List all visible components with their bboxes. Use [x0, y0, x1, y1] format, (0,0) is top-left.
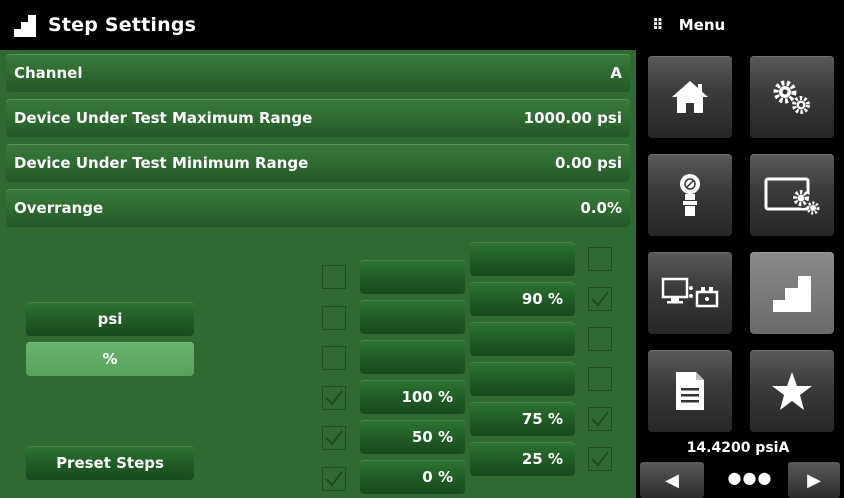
row-value: 0.0% — [580, 199, 622, 217]
unit-percent-button[interactable]: % — [26, 342, 194, 376]
home-tile[interactable] — [648, 56, 732, 138]
overrange-row[interactable]: Overrange 0.0% — [6, 189, 630, 227]
step-button[interactable] — [360, 260, 465, 294]
row-label: Overrange — [14, 199, 104, 217]
unit-psi-button[interactable]: psi — [26, 302, 194, 336]
row-value: A — [610, 64, 622, 82]
step-checkbox[interactable] — [588, 367, 612, 391]
remote-communication-icon — [661, 277, 719, 308]
channel-row[interactable]: Channel A — [6, 54, 630, 92]
step-button[interactable]: 90 % — [470, 282, 575, 316]
row-label: Channel — [14, 64, 83, 82]
step-checkbox[interactable] — [322, 467, 346, 491]
step-checkbox[interactable] — [588, 247, 612, 271]
row-value: 1000.00 psi — [523, 109, 622, 127]
max-range-row[interactable]: Device Under Test Maximum Range 1000.00 … — [6, 99, 630, 137]
checkmark-icon — [591, 291, 609, 307]
preset-steps-button[interactable]: Preset Steps — [26, 446, 194, 480]
step-checkbox[interactable] — [588, 327, 612, 351]
step-checkbox[interactable] — [322, 386, 346, 410]
step-checkbox[interactable] — [322, 426, 346, 450]
left-arrow-icon: ◀ — [665, 469, 679, 491]
step-settings-icon — [12, 12, 38, 38]
step-checkbox[interactable] — [588, 447, 612, 471]
document-tile[interactable] — [648, 350, 732, 432]
home-icon — [672, 81, 708, 113]
menu-grip-icon: ⠿ — [652, 16, 665, 34]
checkmark-icon — [325, 390, 343, 406]
step-checkbox[interactable] — [322, 265, 346, 289]
display-settings-icon — [764, 177, 820, 215]
remote-communication-tile[interactable] — [648, 252, 732, 334]
step-button[interactable] — [470, 242, 575, 276]
step-button[interactable]: 50 % — [360, 420, 465, 454]
settings-gears-icon — [773, 80, 810, 114]
step-button[interactable] — [470, 322, 575, 356]
step-button[interactable]: 75 % — [470, 402, 575, 436]
step-settings-icon — [773, 276, 811, 312]
settings-tile[interactable] — [750, 56, 834, 138]
app-window: Step Settings ⠿ Menu Channel A Device Un… — [0, 0, 844, 498]
page-indicator: ●●● — [727, 468, 773, 487]
row-label: Device Under Test Maximum Range — [14, 109, 313, 127]
step-checkbox[interactable] — [322, 306, 346, 330]
step-button[interactable] — [470, 362, 575, 396]
page-title: Step Settings — [48, 14, 197, 36]
title-bar: Step Settings — [0, 0, 636, 50]
next-page-button[interactable]: ▶ — [788, 462, 840, 498]
pressure-readout: 14.4200 psiA — [686, 440, 790, 456]
sensor-icon — [680, 174, 700, 216]
step-checkbox[interactable] — [588, 407, 612, 431]
checkmark-icon — [325, 430, 343, 446]
step-checkbox[interactable] — [588, 287, 612, 311]
settings-panel: Channel A Device Under Test Maximum Rang… — [0, 50, 636, 498]
step-button[interactable] — [360, 300, 465, 334]
right-arrow-icon: ▶ — [807, 469, 821, 491]
document-icon — [676, 372, 704, 410]
display-settings-tile[interactable] — [750, 154, 834, 236]
row-label: Device Under Test Minimum Range — [14, 154, 309, 172]
min-range-row[interactable]: Device Under Test Minimum Range 0.00 psi — [6, 144, 630, 182]
row-value: 0.00 psi — [554, 154, 622, 172]
step-button[interactable]: 0 % — [360, 460, 465, 494]
step-button[interactable] — [360, 340, 465, 374]
checkmark-icon — [591, 411, 609, 427]
checkmark-icon — [591, 451, 609, 467]
step-settings-tile[interactable] — [750, 252, 834, 334]
step-button[interactable]: 100 % — [360, 380, 465, 414]
step-checkbox[interactable] — [322, 346, 346, 370]
prev-page-button[interactable]: ◀ — [640, 462, 704, 498]
checkmark-icon — [325, 471, 343, 487]
step-button[interactable]: 25 % — [470, 442, 575, 476]
menu-title: Menu — [678, 16, 726, 34]
favorites-tile[interactable] — [750, 350, 834, 432]
sensor-tile[interactable] — [648, 154, 732, 236]
menu-header: ⠿ Menu — [636, 0, 844, 50]
favorites-star-icon — [772, 372, 812, 410]
